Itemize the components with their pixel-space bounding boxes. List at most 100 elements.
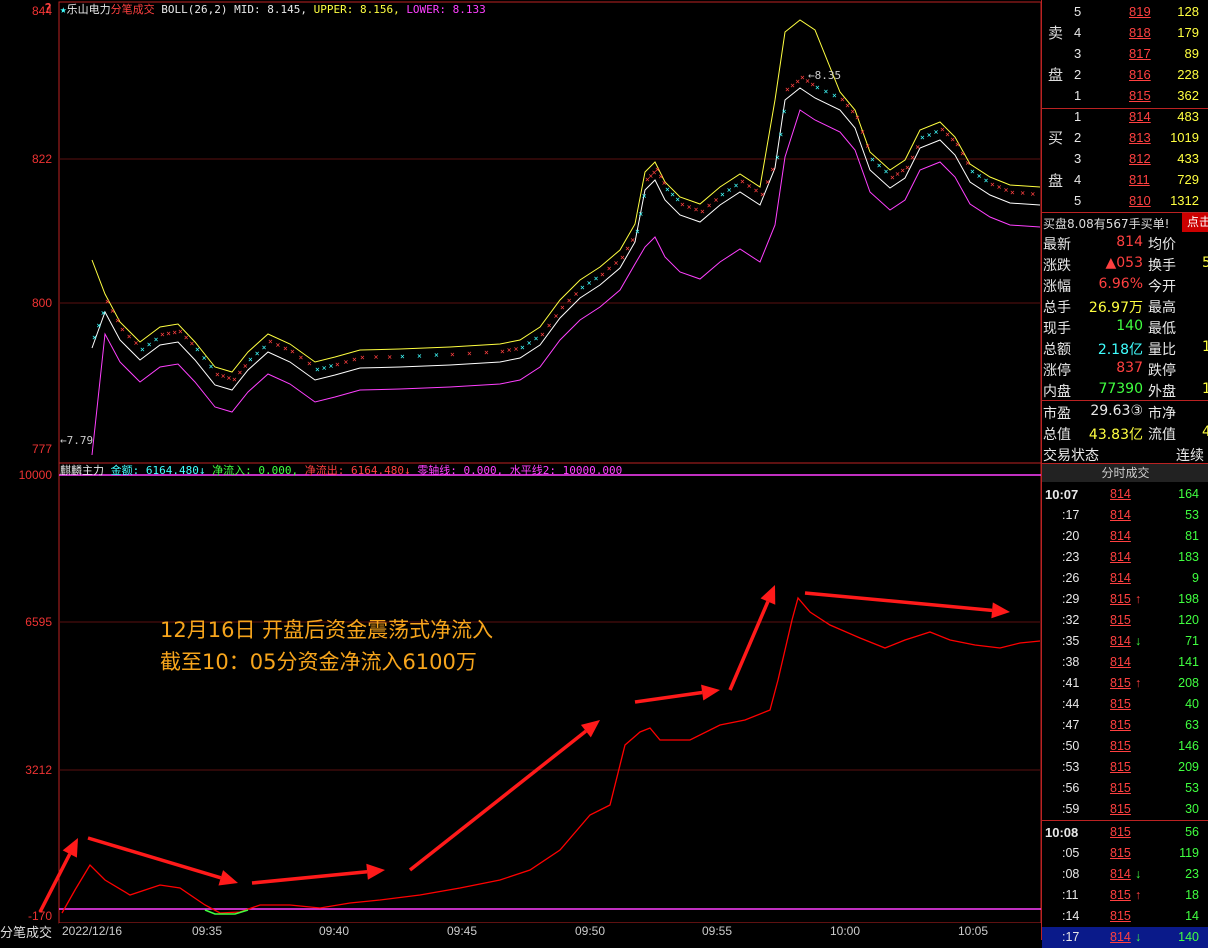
level-price: 819 [1129,4,1151,19]
order-level[interactable]: 2 816 228 [1042,65,1208,86]
tick-row[interactable]: :11 815 ↑ 18 [1042,885,1208,906]
tick-row[interactable]: :17 814 ↓ 140 [1042,927,1208,948]
price-tick-mark: × [778,130,783,139]
price-tick-mark: × [630,235,635,244]
tick-volume: 23 [1185,867,1199,881]
tick-row[interactable]: :35 814 ↓ 71 [1042,631,1208,652]
price-tick-mark: × [1010,188,1015,197]
tick-row[interactable]: :59 815 30 [1042,799,1208,820]
tick-volume: 141 [1178,655,1199,669]
price-tick-mark: × [387,352,392,361]
tick-row[interactable]: :26 814 9 [1042,568,1208,589]
tick-row[interactable]: :29 815 ↑ 198 [1042,589,1208,610]
price-tick-mark: × [1030,189,1035,198]
notice-button[interactable]: 点击 [1182,213,1208,232]
price-tick-mark: × [560,303,565,312]
tick-price: 814 [1110,550,1131,564]
tick-row[interactable]: :17 814 53 [1042,505,1208,526]
price-tick-mark: × [977,171,982,180]
tick-row[interactable]: :56 815 53 [1042,778,1208,799]
price-tick-mark: × [884,167,889,176]
tick-row[interactable]: 10:08 815 56 [1042,822,1208,843]
order-level[interactable]: 4 811 729 [1042,170,1208,191]
quote-value: 26.97万 [1088,300,1143,316]
order-level[interactable]: 1 814 483 [1042,107,1208,128]
price-tick-mark: × [567,296,572,305]
star-icon[interactable]: ★ [60,3,67,16]
order-level[interactable]: 3 812 433 [1042,149,1208,170]
quote-label: 总额 [1043,342,1071,358]
tick-volume: 209 [1178,760,1199,774]
price-tick-mark: × [227,373,232,382]
price-tick-mark: × [184,333,189,342]
tick-row[interactable]: :38 814 141 [1042,652,1208,673]
time-tick: 09:50 [575,924,606,938]
quote-label-2: 换手 [1148,258,1176,274]
order-level[interactable]: 5 810 1312 [1042,191,1208,212]
price-tick-mark: × [700,207,705,216]
price-axis-800: 800 [31,296,52,310]
tick-price: 815 [1110,592,1131,606]
ticks-title[interactable]: 分时成交 [1042,464,1208,482]
annotation-arrowhead [701,684,720,701]
price-tick-mark: × [707,201,712,210]
price-tick-mark: × [754,186,759,195]
level-price: 817 [1129,46,1151,61]
order-level[interactable]: 2 813 1019 [1042,128,1208,149]
order-level[interactable]: 4 818 179 [1042,23,1208,44]
ind-axis-neg170: -170 [27,909,52,923]
order-level[interactable]: 1 815 362 [1042,86,1208,107]
price-tick-mark: × [360,353,365,362]
level-price: 816 [1129,67,1151,82]
tick-row[interactable]: :23 814 183 [1042,547,1208,568]
annotation-arrow [87,836,222,880]
order-level[interactable]: 5 819 128 [1042,2,1208,23]
price-tick-mark: × [614,258,619,267]
tick-time: :17 [1062,508,1080,522]
tick-time: :23 [1062,550,1080,564]
tick-row[interactable]: :44 815 40 [1042,694,1208,715]
level-num: 5 [1074,193,1082,208]
price-tick-mark: × [635,227,640,236]
quote-label: 总值 [1043,427,1071,443]
price-tick-mark: × [638,209,643,218]
tick-price: 814 [1110,634,1131,648]
tick-row[interactable]: :41 815 ↑ 208 [1042,673,1208,694]
tick-row[interactable]: :50 815 146 [1042,736,1208,757]
quote-label: 最新 [1043,237,1071,253]
tick-row[interactable]: :53 815 209 [1042,757,1208,778]
level-vol: 362 [1177,88,1199,103]
quote-label-2: 今开 [1148,279,1176,295]
tick-row[interactable]: :05 815 119 [1042,843,1208,864]
tick-time: :41 [1062,676,1080,690]
price-tick-mark: × [920,133,925,142]
quote-row: 内盘 77390 外盘 19. [1042,380,1208,401]
tick-time: :26 [1062,571,1080,585]
order-level[interactable]: 3 817 89 [1042,44,1208,65]
time-tick: 09:55 [702,924,733,938]
tick-volume: 164 [1178,487,1199,501]
quote-value: 2.18亿 [1097,342,1143,358]
tick-price: 815 [1110,781,1131,795]
tick-row[interactable]: 10:07 814 164 [1042,484,1208,505]
price-tick-mark: × [275,340,280,349]
annotation-line-2: 截至10：05分资金净流入6100万 [160,650,477,674]
boll-upper: UPPER: 8.156, [313,3,400,16]
tick-row[interactable]: :32 815 120 [1042,610,1208,631]
tick-row[interactable]: :14 815 14 [1042,906,1208,927]
bottom-tab-ticks[interactable]: 分笔成交 [0,922,59,940]
price-tick-mark: × [202,354,207,363]
tick-row[interactable]: :20 814 81 [1042,526,1208,547]
level-vol: 1019 [1170,130,1199,145]
tick-time: 10:08 [1045,825,1079,840]
tick-row[interactable]: :08 814 ↓ 23 [1042,864,1208,885]
question-icon[interactable]: ? [44,2,52,17]
price-tick-mark: × [955,140,960,149]
tick-row[interactable]: :47 815 63 [1042,715,1208,736]
tick-price: 814 [1110,930,1131,944]
price-tick-mark: × [734,181,739,190]
quote-value-2: 43. [1202,424,1208,440]
ind-axis-10000: 10000 [18,468,52,482]
quote-row: 交易状态 连续 [1042,444,1208,465]
annotation-arrow [634,690,703,704]
